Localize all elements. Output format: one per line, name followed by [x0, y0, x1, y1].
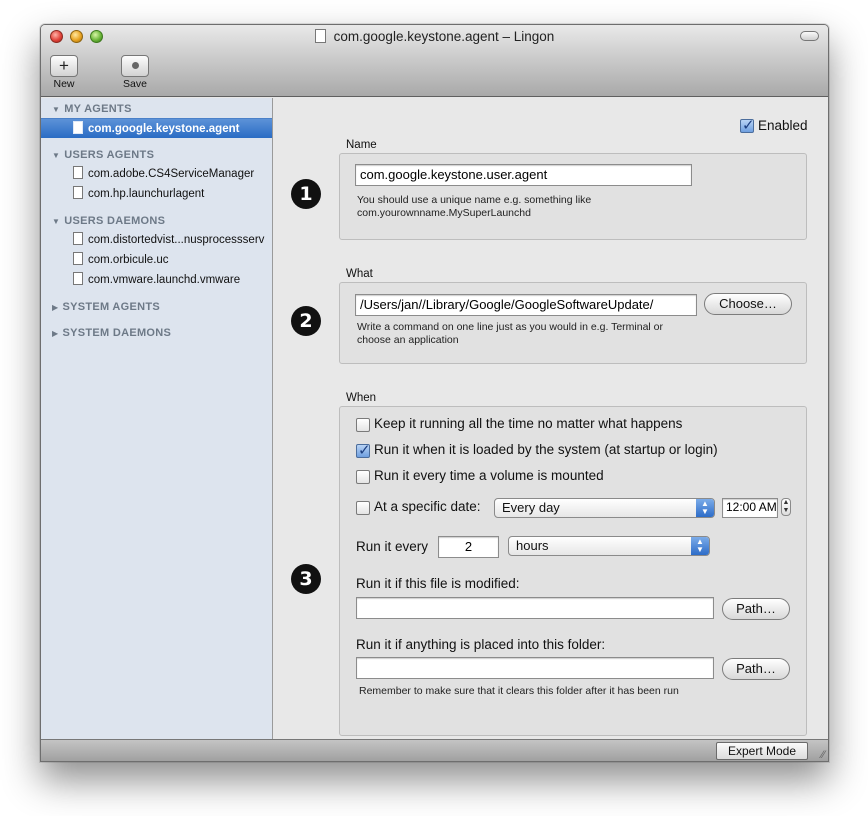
file-modified-field[interactable] — [356, 597, 714, 619]
specific-date-checkbox[interactable] — [356, 501, 370, 515]
save-icon-box — [121, 55, 149, 77]
what-hint-line-2: choose an application — [357, 334, 459, 346]
when-section-label: When — [346, 392, 377, 404]
sidebar-item-adobe[interactable]: com.adobe.CS4ServiceManager — [41, 164, 272, 184]
bottom-bar: Expert Mode ⁄⁄ — [41, 739, 828, 761]
folder-hint: Remember to make sure that it clears thi… — [359, 685, 679, 697]
file-path-button[interactable]: Path… — [722, 598, 790, 620]
name-hint: You should use a unique name e.g. someth… — [357, 194, 591, 220]
toolbar-toggle-button[interactable] — [800, 31, 819, 41]
name-section-label: Name — [346, 139, 377, 151]
sidebar-item-label: com.hp.launchurlagent — [88, 188, 205, 200]
specific-date-label: At a specific date: — [374, 499, 481, 514]
expert-mode-button[interactable]: Expert Mode — [716, 742, 808, 760]
lingon-window: com.google.keystone.agent – Lingon + New… — [40, 24, 829, 762]
sidebar-group-label: SYSTEM AGENTS — [62, 301, 161, 313]
choose-button[interactable]: Choose… — [704, 293, 792, 315]
run-at-load-label: Run it when it is loaded by the system (… — [374, 442, 718, 457]
interval-unit-value: hours — [516, 538, 549, 553]
volume-mounted-label: Run it every time a volume is mounted — [374, 468, 604, 483]
folder-field[interactable] — [356, 657, 714, 679]
disclosure-triangle-icon: ▶ — [52, 329, 59, 338]
plus-icon: + — [50, 55, 78, 77]
popup-arrows-icon: ▲ ▼ — [696, 499, 714, 517]
time-field[interactable]: 12:00 AM — [722, 498, 778, 518]
disclosure-triangle-icon: ▼ — [52, 105, 61, 114]
what-hint-line-1: Write a command on one line just as you … — [357, 321, 664, 333]
document-icon — [314, 29, 326, 43]
name-hint-line-2: com.yourownname.MySuperLaunchd — [357, 207, 531, 219]
new-button[interactable]: + New — [42, 55, 86, 90]
sidebar-item-vmware[interactable]: com.vmware.launchd.vmware — [41, 270, 272, 290]
date-popup-value: Every day — [502, 500, 560, 515]
sidebar-group-system-agents[interactable]: ▶ SYSTEM AGENTS — [52, 301, 160, 313]
step-1-icon: 1 — [291, 179, 321, 209]
document-icon — [73, 272, 83, 285]
name-field[interactable]: com.google.keystone.user.agent — [355, 164, 692, 186]
time-stepper[interactable]: ▲ ▼ — [781, 498, 791, 516]
save-button[interactable]: Save — [113, 55, 157, 90]
sidebar-item-label: com.distortedvist...nusprocessserv — [88, 234, 265, 246]
date-popup[interactable]: Every day ▲ ▼ — [494, 498, 715, 518]
command-field[interactable]: /Users/jan//Library/Google/GoogleSoftwar… — [355, 294, 697, 316]
sidebar-item-keystone-agent[interactable]: com.google.keystone.agent — [41, 118, 272, 138]
document-icon — [73, 186, 83, 199]
sidebar-item-label: com.google.keystone.agent — [88, 123, 240, 135]
sidebar-item-hp[interactable]: com.hp.launchurlagent — [41, 184, 272, 204]
folder-path-button[interactable]: Path… — [722, 658, 790, 680]
save-dot-icon — [131, 62, 139, 69]
sidebar-group-users-daemons[interactable]: ▼ USERS DAEMONS — [52, 215, 165, 227]
file-modified-label: Run it if this file is modified: — [356, 576, 520, 591]
sidebar-group-label: SYSTEM DAEMONS — [62, 327, 172, 339]
sidebar-item-distortedvision[interactable]: com.distortedvist...nusprocessserv — [41, 230, 272, 250]
disclosure-triangle-icon: ▼ — [52, 217, 61, 226]
enabled-checkbox[interactable] — [740, 116, 755, 134]
sidebar-item-label: com.vmware.launchd.vmware — [88, 274, 241, 286]
run-at-load-checkbox[interactable] — [356, 441, 371, 459]
sidebar: ▼ MY AGENTS com.google.keystone.agent ▼ US… — [41, 98, 273, 739]
sidebar-item-label: com.orbicule.uc — [88, 254, 169, 266]
disclosure-triangle-icon: ▶ — [52, 303, 59, 312]
keep-running-label: Keep it running all the time no matter w… — [374, 416, 683, 431]
document-icon — [73, 252, 83, 265]
sidebar-group-system-daemons[interactable]: ▶ SYSTEM DAEMONS — [52, 327, 171, 339]
sidebar-item-label: com.adobe.CS4ServiceManager — [88, 168, 255, 180]
run-every-label: Run it every — [356, 539, 429, 554]
new-button-label: New — [53, 78, 75, 90]
titlebar: com.google.keystone.agent – Lingon + New… — [41, 25, 828, 97]
folder-label: Run it if anything is placed into this f… — [356, 637, 606, 652]
window-title: com.google.keystone.agent – Lingon — [333, 29, 555, 44]
sidebar-group-my-agents[interactable]: ▼ MY AGENTS — [52, 103, 132, 115]
document-icon — [73, 166, 83, 179]
sidebar-group-label: USERS AGENTS — [64, 149, 155, 161]
sidebar-group-users-agents[interactable]: ▼ USERS AGENTS — [52, 149, 154, 161]
document-icon — [73, 232, 83, 245]
enabled-label: Enabled — [758, 118, 808, 133]
disclosure-triangle-icon: ▼ — [52, 151, 61, 160]
step-3-icon: 3 — [291, 564, 321, 594]
save-button-label: Save — [123, 78, 147, 90]
step-2-icon: 2 — [291, 306, 321, 336]
name-hint-line-1: You should use a unique name e.g. someth… — [357, 194, 592, 206]
main-content: Enabled Name 1 com.google.keystone.user.… — [274, 98, 828, 739]
volume-mounted-checkbox[interactable] — [356, 470, 370, 484]
interval-unit-popup[interactable]: hours ▲ ▼ — [508, 536, 710, 556]
document-icon — [73, 121, 83, 134]
what-section-label: What — [346, 268, 373, 280]
sidebar-group-label: MY AGENTS — [64, 103, 132, 115]
window-title-wrap: com.google.keystone.agent – Lingon — [41, 29, 828, 44]
popup-arrows-icon: ▲ ▼ — [691, 537, 709, 555]
what-hint: Write a command on one line just as you … — [357, 321, 663, 347]
sidebar-group-label: USERS DAEMONS — [64, 215, 166, 227]
sidebar-item-orbicule[interactable]: com.orbicule.uc — [41, 250, 272, 270]
resize-grip-icon[interactable]: ⁄⁄ — [821, 749, 825, 761]
run-every-field[interactable]: 2 — [438, 536, 499, 558]
keep-running-checkbox[interactable] — [356, 418, 370, 432]
